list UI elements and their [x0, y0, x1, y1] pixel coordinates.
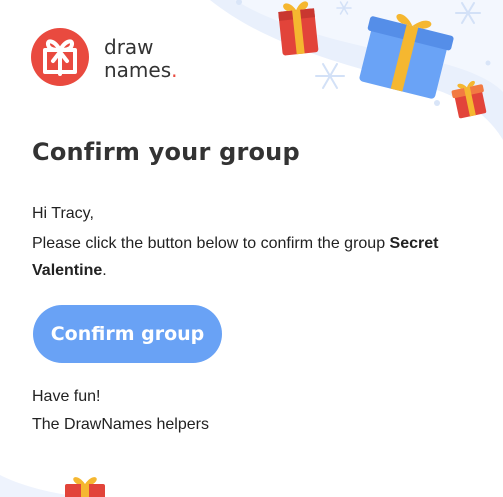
- email-page: draw names. Confirm your group Hi Tracy,…: [0, 0, 503, 497]
- closing-text: Have fun!: [32, 388, 101, 405]
- logo-wordmark: draw names.: [104, 36, 178, 82]
- instructions-prefix: Please click the button below to confirm…: [32, 235, 390, 252]
- confirm-group-button[interactable]: Confirm group: [33, 305, 222, 363]
- greeting-text: Hi Tracy,: [32, 205, 94, 222]
- logo-line-2: names.: [104, 59, 178, 82]
- instructions-suffix: .: [102, 262, 107, 279]
- logo-line-2-text: names: [104, 58, 172, 82]
- drawnames-logo[interactable]: draw names.: [31, 28, 211, 88]
- confirm-instructions: Please click the button below to confirm…: [32, 230, 472, 284]
- snowflake-icon: [315, 63, 345, 89]
- signature-text: The DrawNames helpers: [32, 416, 209, 433]
- email-title: Confirm your group: [32, 138, 300, 166]
- logo-dot: .: [171, 58, 178, 82]
- logo-line-1: draw: [104, 35, 154, 59]
- gift-icon: [65, 477, 105, 497]
- logo-gift-icon: [31, 28, 89, 86]
